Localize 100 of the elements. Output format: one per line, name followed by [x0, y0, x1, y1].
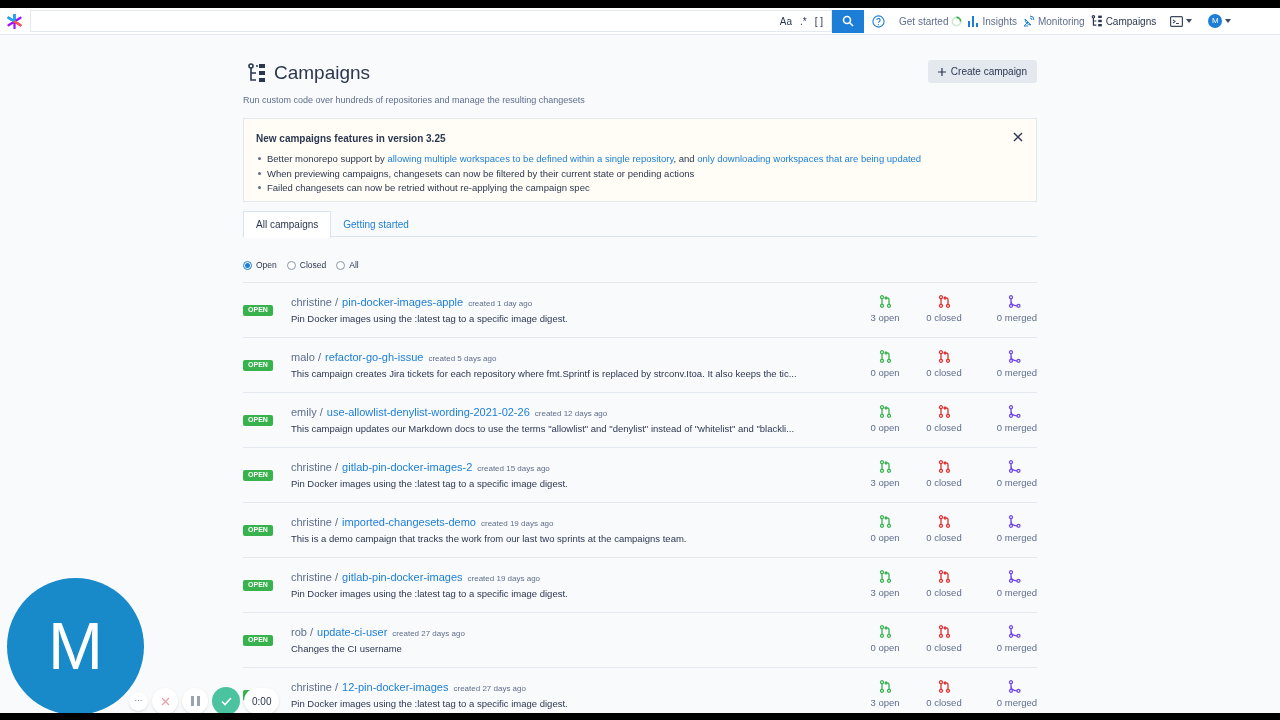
campaign-description: Pin Docker images using the :latest tag to a specific image digest. — [291, 312, 569, 327]
changeset-count: 0 open — [870, 420, 900, 435]
bullet — [258, 171, 261, 175]
help-icon[interactable] — [872, 14, 885, 28]
namespace: emily / — [291, 404, 323, 420]
open-changeset-icon — [878, 569, 892, 583]
namespace: rob / — [291, 624, 313, 640]
page-subtitle: Run custom code over hundreds of repositories and manage the resulting changesets — [243, 93, 585, 107]
changeset-count: 0 merged — [996, 310, 1037, 325]
changeset-count: 3 open — [870, 695, 900, 710]
created-date: created 19 days ago — [467, 572, 541, 585]
campaign-description: This is a demo campaign that tracks the work from our last two sprints at the campaigns team. — [291, 532, 688, 547]
nav-link[interactable]: Campaigns — [1105, 13, 1157, 29]
closed-changeset-icon — [937, 404, 951, 418]
changeset-count: 0 closed — [926, 310, 962, 325]
changeset-count: 0 closed — [926, 420, 962, 435]
tab[interactable]: Getting started — [331, 211, 421, 238]
caret-icon — [1186, 19, 1193, 23]
namespace: christine / — [291, 294, 339, 310]
radio-button[interactable] — [243, 260, 252, 270]
changeset-count: 0 open — [870, 365, 900, 380]
create-campaign-button[interactable]: Create campaign — [927, 60, 1037, 83]
open-changeset-icon — [878, 404, 892, 418]
radio-button[interactable] — [336, 260, 346, 270]
changeset-count: 0 merged — [996, 420, 1037, 435]
nav-link[interactable]: Monitoring — [1037, 13, 1085, 29]
merge-icon — [1008, 349, 1021, 363]
merge-icon — [1008, 624, 1021, 638]
campaign-link[interactable]: gitlab-pin-docker-images-2 — [342, 458, 473, 476]
changeset-count: 0 closed — [926, 365, 962, 380]
changeset-count: 0 closed — [926, 640, 962, 655]
changeset-count: 0 open — [870, 530, 900, 545]
user-avatar[interactable]: M — [1208, 14, 1223, 28]
campaign-description: Pin Docker images using the :latest tag to a specific image digest. — [291, 587, 569, 602]
logo-icon[interactable] — [7, 13, 22, 29]
merge-icon — [1008, 294, 1021, 308]
tab[interactable]: All campaigns — [243, 211, 332, 238]
search-button[interactable] — [832, 9, 864, 33]
changeset-count: 0 merged — [996, 530, 1037, 545]
created-date: created 15 days ago — [477, 462, 550, 475]
campaign-link[interactable]: use-allowlist-denylist-wording-2021-02-26 — [326, 403, 530, 421]
namespace: christine / — [291, 679, 339, 695]
campaign-link[interactable]: pin-docker-images-apple — [342, 293, 464, 311]
closed-changeset-icon — [937, 624, 951, 638]
radio-button[interactable] — [286, 260, 296, 270]
created-date: created 19 days ago — [481, 517, 554, 530]
search-toggle[interactable]: Aa — [779, 13, 792, 29]
campaign-link[interactable]: imported-changesets-demo — [342, 513, 476, 531]
search-toggle[interactable]: .* — [800, 13, 807, 29]
search-field[interactable]: Aa .* [ ] — [30, 10, 832, 32]
check-icon — [220, 696, 232, 706]
progress-ring-icon — [951, 15, 963, 27]
namespace: christine / — [291, 459, 339, 475]
changeset-count: 0 merged — [996, 365, 1037, 380]
changeset-count: 0 closed — [926, 585, 962, 600]
notice-item: Failed changesets can now be retried without re-applying the campaign spec — [267, 181, 590, 195]
radio-label: Closed — [299, 258, 327, 272]
created-date: created 1 day ago — [468, 297, 533, 310]
close-icon[interactable] — [1013, 132, 1023, 142]
radio-label: Open — [256, 258, 277, 272]
campaign-link[interactable]: refactor-go-gh-issue — [324, 348, 424, 366]
open-changeset-icon — [878, 459, 892, 473]
namespace: christine / — [291, 514, 339, 530]
page-title: Campaigns — [274, 61, 371, 85]
notice-link[interactable]: only downloading workspaces that are being updated — [697, 153, 922, 164]
more-button[interactable]: ··· — [129, 691, 148, 711]
merge-icon — [1008, 569, 1021, 583]
pause-button[interactable] — [182, 688, 208, 713]
pause-icon — [190, 696, 200, 706]
terminal-menu[interactable] — [1170, 15, 1193, 27]
open-changeset-icon — [878, 349, 892, 363]
open-changeset-icon — [878, 624, 892, 638]
changeset-count: 3 open — [870, 475, 900, 490]
search-toggle[interactable]: [ ] — [814, 13, 823, 29]
campaigns-icon — [1090, 15, 1103, 27]
changeset-count: 0 merged — [996, 695, 1037, 710]
closed-changeset-icon — [937, 679, 951, 693]
nav-link[interactable]: Insights — [982, 13, 1017, 29]
campaign-link[interactable]: 12-pin-docker-images — [342, 678, 449, 696]
campaign-description: This campaign updates our Markdown docs to use the terms "allowlist" and "denylist" instead of "whitelist" and "blackli... — [291, 422, 796, 437]
open-changeset-icon — [878, 514, 892, 528]
plus-icon — [937, 67, 946, 76]
merge-icon — [1008, 404, 1021, 418]
merge-icon — [1008, 459, 1021, 473]
finish-button[interactable] — [212, 687, 240, 713]
namespace: malo / — [291, 349, 321, 365]
namespace: christine / — [291, 569, 339, 585]
closed-changeset-icon — [937, 349, 951, 363]
campaign-link[interactable]: gitlab-pin-docker-images — [342, 568, 463, 586]
closed-changeset-icon — [937, 459, 951, 473]
changeset-count: 0 closed — [926, 695, 962, 710]
changeset-count: 0 closed — [926, 530, 962, 545]
campaigns-icon — [248, 63, 266, 84]
campaign-description: Pin Docker images using the :latest tag to a specific image digest. — [291, 697, 569, 712]
search-icon — [842, 15, 854, 27]
bullet — [258, 157, 261, 161]
campaign-link[interactable]: update-ci-user — [317, 623, 388, 641]
nav-link[interactable]: Get started — [899, 13, 949, 29]
closed-changeset-icon — [937, 569, 951, 583]
notice-title: New campaigns features in version 3.25 — [256, 132, 446, 146]
